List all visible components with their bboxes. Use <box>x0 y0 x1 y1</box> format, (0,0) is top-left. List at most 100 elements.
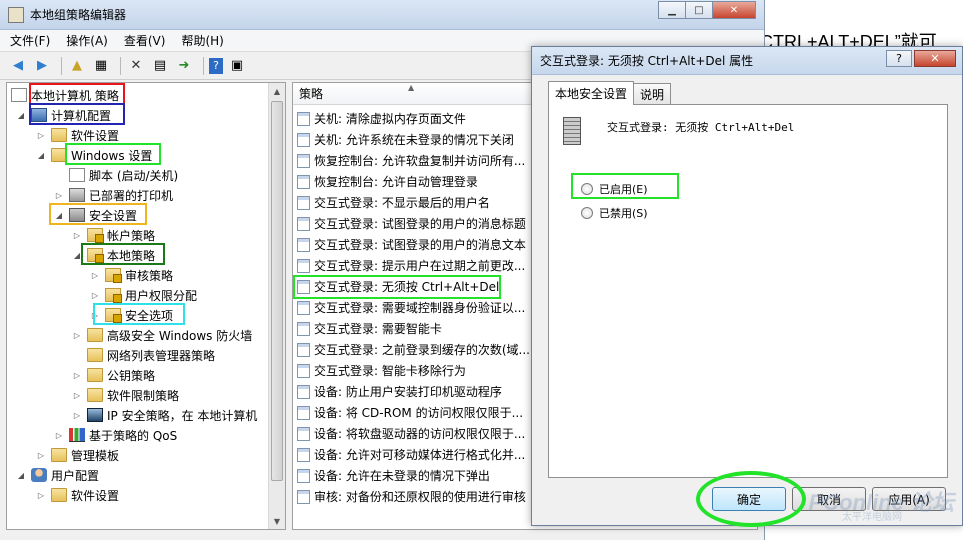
policy-item-icon <box>297 153 310 168</box>
menu-file[interactable]: 文件(F) <box>10 32 50 49</box>
expand-icon[interactable]: ◢ <box>35 151 47 160</box>
tab-explain[interactable]: 说明 <box>633 83 672 105</box>
radio-circle[interactable] <box>581 183 593 195</box>
collapse-icon[interactable]: ▷ <box>71 391 83 400</box>
list-item[interactable]: 关机: 允许系统在未登录的情况下关闭 <box>297 129 514 150</box>
list-item[interactable]: 设备: 将软盘驱动器的访问权限仅限于... <box>297 423 525 444</box>
tree-user-rights[interactable]: ▷ 用户权限分配 <box>89 285 197 305</box>
folder-icon <box>87 388 103 402</box>
collapse-icon[interactable]: ▷ <box>35 131 47 140</box>
collapse-icon[interactable]: ▷ <box>71 331 83 340</box>
list-item[interactable]: 交互式登录: 之前登录到缓存的次数(域... <box>297 339 530 360</box>
tree-local-policies[interactable]: ◢ 本地策略 <box>71 245 155 265</box>
tree-computer-config[interactable]: ◢ 计算机配置 <box>15 105 111 125</box>
list-item[interactable]: 设备: 允许在未登录的情况下弹出 <box>297 465 490 486</box>
collapse-icon[interactable]: ▷ <box>89 311 101 320</box>
list-item[interactable]: 交互式登录: 试图登录的用户的消息标题 <box>297 213 526 234</box>
list-item[interactable]: 交互式登录: 智能卡移除行为 <box>297 360 466 381</box>
up-folder-icon[interactable]: ▲ <box>67 56 87 76</box>
tree-software-restriction[interactable]: ▷ 软件限制策略 <box>71 385 179 405</box>
maximize-button[interactable]: □ <box>685 1 713 19</box>
show-tree-icon[interactable]: ▦ <box>91 56 111 76</box>
tree-firewall[interactable]: ▷ 高级安全 Windows 防火墙 <box>71 325 252 345</box>
dialog-close-icon[interactable]: ✕ <box>914 50 956 67</box>
tree-scrollbar[interactable]: ▲ ▼ <box>268 83 285 529</box>
expand-icon[interactable]: ◢ <box>53 211 65 220</box>
collapse-icon[interactable]: ▷ <box>53 431 65 440</box>
tree-root[interactable]: 本地计算机 策略 <box>11 85 119 105</box>
collapse-icon[interactable]: ▷ <box>71 411 83 420</box>
menu-help[interactable]: 帮助(H) <box>181 32 223 49</box>
lock-folder-icon <box>105 308 122 323</box>
tree-security-settings[interactable]: ◢ 安全设置 <box>53 205 137 225</box>
properties-dialog: 交互式登录: 无须按 Ctrl+Alt+Del 属性 ? ✕ 本地安全设置 说明… <box>531 46 963 527</box>
folder-icon <box>87 328 103 342</box>
lock-folder-icon <box>105 288 122 303</box>
list-item[interactable]: 交互式登录: 提示用户在过期之前更改... <box>297 255 525 276</box>
radio-circle[interactable] <box>581 207 593 219</box>
expand-icon[interactable]: ◢ <box>71 251 83 260</box>
policy-name: 交互式登录: 无须按 Ctrl+Alt+Del <box>607 121 795 134</box>
back-arrow-icon[interactable]: ◀ <box>8 56 28 76</box>
tree-public-key[interactable]: ▷ 公钥策略 <box>71 365 155 385</box>
collapse-icon[interactable]: ▷ <box>71 231 83 240</box>
highlight-ok-ellipse <box>696 471 806 527</box>
properties-icon[interactable]: ▤ <box>150 56 170 76</box>
dialog-help-button[interactable]: ? <box>886 50 912 67</box>
tab-local-security-setting[interactable]: 本地安全设置 <box>548 81 635 105</box>
list-item[interactable]: 交互式登录: 试图登录的用户的消息文本 <box>297 234 526 255</box>
tree-ip-security[interactable]: ▷ IP 安全策略，在 本地计算机 <box>71 405 257 425</box>
minimize-button[interactable]: ▁ <box>658 1 686 19</box>
tree-scripts[interactable]: 脚本 (启动/关机) <box>53 165 178 185</box>
tree-audit-policy[interactable]: ▷ 审核策略 <box>89 265 173 285</box>
tree-qos[interactable]: ▷ 基于策略的 QoS <box>53 425 177 445</box>
collapse-icon[interactable]: ▷ <box>35 491 47 500</box>
collapse-icon[interactable]: ▷ <box>53 191 65 200</box>
list-item[interactable]: 恢复控制台: 允许自动管理登录 <box>297 171 478 192</box>
filter-icon[interactable]: ▣ <box>227 56 247 76</box>
list-item[interactable]: 恢复控制台: 允许软盘复制并访问所有... <box>297 150 525 171</box>
list-item[interactable]: 交互式登录: 需要域控制器身份验证以... <box>297 297 525 318</box>
scroll-down-icon[interactable]: ▼ <box>269 513 285 529</box>
tree-printers[interactable]: ▷ 已部署的打印机 <box>53 185 173 205</box>
close-button[interactable]: ✕ <box>712 1 756 19</box>
dialog-title: 交互式登录: 无须按 Ctrl+Alt+Del 属性 <box>540 54 754 68</box>
scroll-thumb[interactable] <box>271 101 283 481</box>
expand-icon[interactable]: ◢ <box>15 471 27 480</box>
collapse-icon[interactable]: ▷ <box>89 271 101 280</box>
tree-security-options[interactable]: ▷ 安全选项 <box>89 305 173 325</box>
list-item[interactable]: 交互式登录: 不显示最后的用户名 <box>297 192 490 213</box>
tree-user-software-settings[interactable]: ▷ 软件设置 <box>35 485 119 505</box>
tree-windows-settings[interactable]: ◢ Windows 设置 <box>35 145 152 165</box>
radio-disabled[interactable]: 已禁用(S) <box>581 205 648 221</box>
folder-icon <box>87 368 103 382</box>
menu-action[interactable]: 操作(A) <box>66 32 108 49</box>
radio-enabled[interactable]: 已启用(E) <box>581 181 648 197</box>
list-item[interactable]: 设备: 将 CD-ROM 的访问权限仅限于... <box>297 402 523 423</box>
scroll-up-icon[interactable]: ▲ <box>269 83 285 99</box>
list-item[interactable]: 审核: 对备份和还原权限的使用进行审核 <box>297 486 526 507</box>
expand-icon[interactable]: ◢ <box>15 111 27 120</box>
collapse-icon[interactable]: ▷ <box>89 291 101 300</box>
export-icon[interactable]: ➜ <box>174 56 194 76</box>
help-icon[interactable]: ? <box>209 57 223 74</box>
tree-admin-templates[interactable]: ▷ 管理模板 <box>35 445 119 465</box>
collapse-icon[interactable]: ▷ <box>35 451 47 460</box>
list-item[interactable]: 设备: 防止用户安装打印机驱动程序 <box>297 381 502 402</box>
tree-account-policies[interactable]: ▷ 帐户策略 <box>71 225 155 245</box>
menu-view[interactable]: 查看(V) <box>124 32 166 49</box>
policy-item-icon <box>297 363 310 378</box>
title-bar[interactable]: 本地组策略编辑器 ▁ □ ✕ <box>0 0 764 30</box>
tree-software-settings[interactable]: ▷ 软件设置 <box>35 125 119 145</box>
window-title: 本地组策略编辑器 <box>30 8 127 22</box>
collapse-icon[interactable]: ▷ <box>71 371 83 380</box>
delete-icon[interactable]: ✕ <box>126 56 146 76</box>
list-item[interactable]: 关机: 清除虚拟内存页面文件 <box>297 108 466 129</box>
list-item[interactable]: 交互式登录: 需要智能卡 <box>297 318 442 339</box>
forward-arrow-icon[interactable]: ▶ <box>32 56 52 76</box>
tree-network-list[interactable]: 网络列表管理器策略 <box>71 345 215 365</box>
list-item[interactable]: 设备: 允许对可移动媒体进行格式化并... <box>297 444 525 465</box>
tree-user-config[interactable]: ◢ 用户配置 <box>15 465 99 485</box>
tree-pane: 本地计算机 策略 ◢ 计算机配置 ▷ 软件设置 ◢ Windows 设置 脚本 (启动… <box>6 82 286 530</box>
list-item-selected[interactable]: 交互式登录: 无须按 Ctrl+Alt+Del <box>297 276 499 297</box>
